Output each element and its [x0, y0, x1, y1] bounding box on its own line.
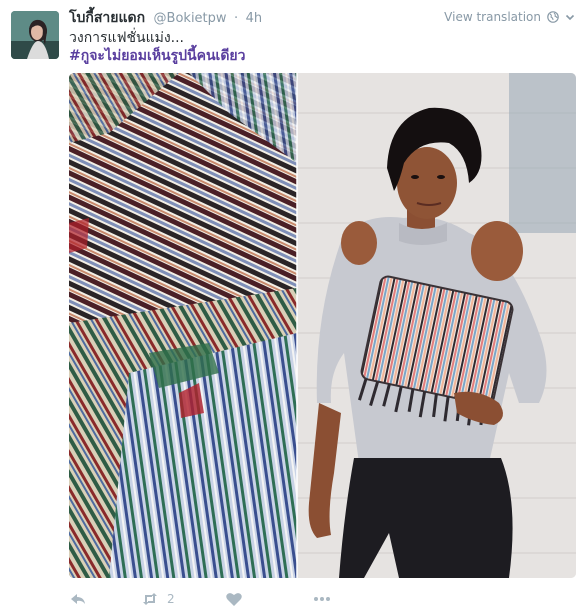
separator: ·: [234, 11, 239, 26]
timestamp[interactable]: 4h: [246, 11, 263, 26]
tweet-actions: 2: [69, 588, 331, 610]
display-name[interactable]: โบกี้สายแดก: [69, 10, 145, 26]
chevron-down-icon[interactable]: [565, 12, 575, 22]
hashtag-link[interactable]: #กูจะไม่ยอมเห็นรูปนี้คนเดียว: [69, 47, 245, 65]
reply-button[interactable]: [69, 590, 87, 608]
globe-icon: [547, 11, 559, 23]
like-button[interactable]: [225, 590, 243, 608]
tweet: โบกี้สายแดก @Bokietpw · 4h View translat…: [0, 0, 587, 611]
tweet-top-actions: View translation: [444, 9, 575, 25]
view-translation-link[interactable]: View translation: [444, 9, 541, 25]
retweet-button[interactable]: 2: [141, 590, 175, 608]
more-button[interactable]: [313, 590, 331, 608]
reply-icon: [71, 594, 85, 604]
more-icon: [313, 597, 330, 601]
username[interactable]: @Bokietpw: [154, 11, 227, 26]
tweet-text: วงการแฟชั่นแม่ง... #กูจะไม่ยอมเห็นรูปนี้…: [69, 29, 245, 65]
retweet-icon: [143, 593, 157, 605]
tweet-photo[interactable]: [69, 73, 576, 578]
avatar[interactable]: [11, 11, 59, 59]
heart-icon: [225, 593, 242, 606]
tweet-text-line: วงการแฟชั่นแม่ง...: [69, 30, 185, 46]
retweet-count: 2: [167, 592, 175, 606]
